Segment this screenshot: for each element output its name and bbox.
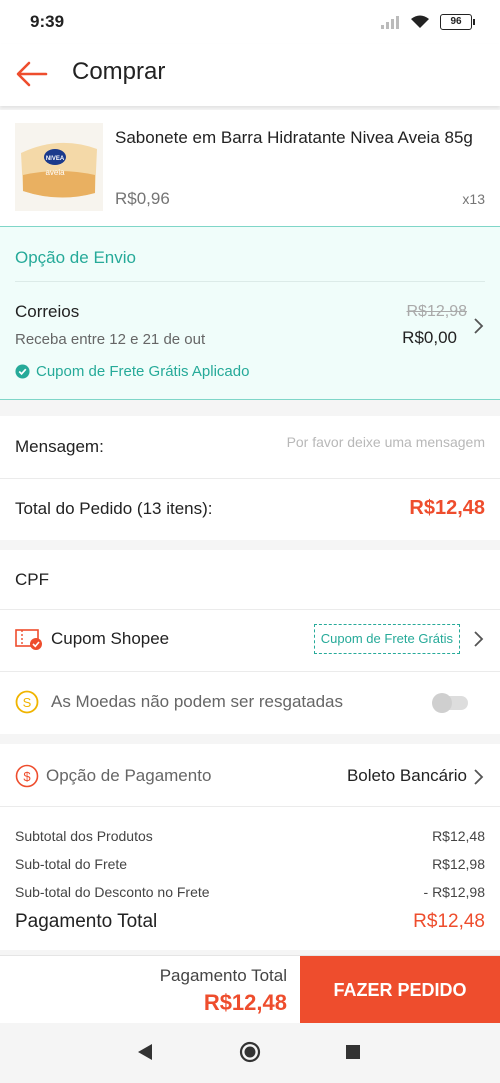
- summary-line-value: - R$12,98: [423, 884, 485, 900]
- payment-option-row[interactable]: $ Opção de Pagamento Boleto Bancário: [0, 744, 500, 806]
- summary-total-label: Pagamento Total: [15, 911, 158, 932]
- voucher-icon: [15, 629, 42, 650]
- order-total-value: R$12,48: [409, 497, 485, 519]
- status-icons: 96: [380, 14, 475, 30]
- checkout-bar: Pagamento Total R$12,48 FAZER PEDIDO: [0, 955, 500, 1024]
- product-name: Sabonete em Barra Hidratante Nivea Aveia…: [115, 128, 473, 147]
- product-item[interactable]: NIVEA aveia Sabonete em Barra Hidratante…: [0, 110, 500, 226]
- order-total-row: Total do Pedido (13 itens): R$12,48: [0, 479, 500, 540]
- back-arrow-icon: [16, 61, 48, 87]
- checkout-total-value: R$12,48: [203, 990, 287, 1015]
- cpf-row[interactable]: CPF: [0, 550, 500, 609]
- payment-method: Boleto Bancário: [346, 766, 467, 785]
- svg-text:NIVEA: NIVEA: [46, 156, 65, 162]
- free-shipping-applied-label: Cupom de Frete Grátis Aplicado: [36, 363, 250, 380]
- wifi-icon: [411, 15, 429, 28]
- summary-total: Pagamento Total R$12,48: [15, 911, 485, 933]
- message-label: Mensagem:: [15, 437, 104, 456]
- status-time: 9:39: [30, 12, 65, 31]
- divider: [15, 281, 485, 282]
- chevron-right-icon: [474, 318, 484, 334]
- order-total-label: Total do Pedido (13 itens):: [15, 499, 213, 518]
- status-bar: 9:39 96: [0, 0, 500, 44]
- cpf-label: CPF: [15, 570, 49, 589]
- payment-summary: Subtotal dos Produtos R$12,48 Sub-total …: [0, 807, 500, 950]
- voucher-chip[interactable]: Cupom de Frete Grátis: [313, 624, 460, 654]
- system-nav-bar: [0, 1023, 500, 1083]
- check-circle-icon: [15, 364, 30, 379]
- svg-text:$: $: [23, 769, 31, 784]
- shipping-old-price: R$12,98: [406, 303, 468, 320]
- delivery-estimate: Receba entre 12 e 21 de out: [15, 331, 206, 348]
- dollar-circle-icon: $: [15, 764, 39, 788]
- product-price: R$0,96: [115, 189, 170, 208]
- product-image: NIVEA aveia: [15, 123, 103, 211]
- shipping-new-price: R$0,00: [402, 328, 457, 347]
- summary-line: Sub-total do Frete R$12,98: [15, 856, 485, 872]
- summary-line-value: R$12,48: [432, 828, 485, 844]
- svg-text:aveia: aveia: [45, 168, 65, 177]
- voucher-label: Cupom Shopee: [51, 629, 170, 648]
- message-row: Mensagem:: [0, 416, 500, 478]
- shopee-voucher-row[interactable]: Cupom Shopee Cupom de Frete Grátis: [0, 610, 500, 671]
- shipping-carrier: Correios: [15, 302, 80, 321]
- payment-option-label: Opção de Pagamento: [46, 766, 212, 785]
- coins-row: S As Moedas não podem ser resgatadas: [0, 672, 500, 734]
- coins-toggle[interactable]: [432, 693, 468, 713]
- summary-line-label: Sub-total do Frete: [15, 856, 128, 872]
- product-quantity: x13: [462, 191, 485, 207]
- toggle-knob: [432, 693, 452, 713]
- shipping-section[interactable]: Opção de Envio Correios Receba entre 12 …: [0, 226, 500, 400]
- shipping-header: Opção de Envio: [15, 248, 136, 267]
- place-order-button[interactable]: FAZER PEDIDO: [300, 956, 500, 1024]
- checkout-total-label: Pagamento Total: [159, 966, 287, 985]
- page-title: Comprar: [72, 58, 166, 85]
- summary-line: Sub-total do Desconto no Frete - R$12,98: [15, 884, 485, 900]
- battery-indicator: 96: [440, 14, 475, 30]
- coins-icon: S: [15, 690, 39, 714]
- message-input[interactable]: [225, 434, 485, 450]
- summary-line: Subtotal dos Produtos R$12,48: [15, 828, 485, 844]
- summary-line-value: R$12,98: [432, 856, 485, 872]
- chevron-right-icon: [474, 631, 484, 647]
- back-button[interactable]: [14, 56, 50, 92]
- app-bar: Comprar: [0, 44, 500, 106]
- svg-text:S: S: [23, 695, 32, 710]
- summary-line-label: Subtotal dos Produtos: [15, 828, 153, 844]
- summary-total-value: R$12,48: [413, 911, 485, 932]
- nav-back-icon[interactable]: [136, 1043, 154, 1061]
- free-shipping-applied: Cupom de Frete Grátis Aplicado: [15, 363, 249, 380]
- chevron-right-icon: [474, 769, 484, 785]
- nav-home-icon[interactable]: [239, 1041, 261, 1063]
- summary-line-label: Sub-total do Desconto no Frete: [15, 884, 210, 900]
- coins-label: As Moedas não podem ser resgatadas: [51, 692, 344, 711]
- signal-icon: [381, 16, 399, 29]
- nav-recent-icon[interactable]: [346, 1045, 360, 1059]
